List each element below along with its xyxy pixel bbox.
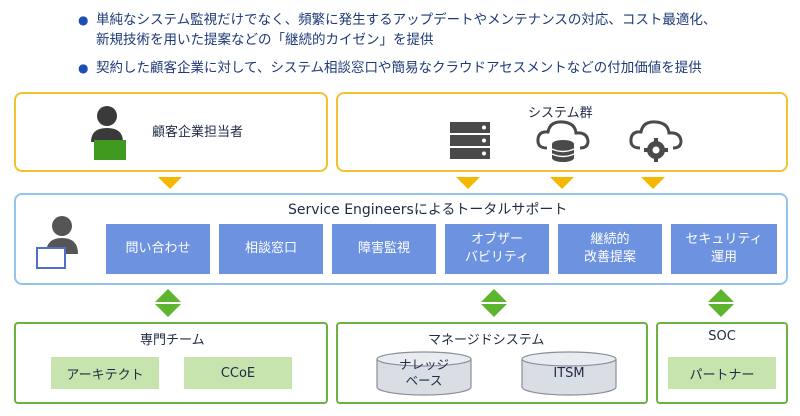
cloud-gear-icon [629, 120, 683, 162]
customer-person-icon [91, 106, 126, 160]
managed-item-itsm: ITSM [553, 366, 585, 381]
managed-title: マネージドシステム [428, 333, 545, 348]
managed-item-knowledge-base: ナレッジ ベース [398, 357, 449, 388]
bullet-item: ● 単純なシステム監視だけでなく、頻繁に発生するアップデートやメンテナンスの対応… [78, 10, 778, 50]
tile-consultation: 相談窓口 [219, 224, 323, 274]
bullet-list: ● 単純なシステム監視だけでなく、頻繁に発生するアップデートやメンテナンスの対応… [78, 10, 778, 86]
tile-observability: オブザー バビリティ [445, 224, 549, 274]
cloud-database-icon [536, 120, 590, 162]
tile-continuous-improvement: 継続的 改善提案 [558, 224, 662, 274]
tile-incident-monitoring: 障害監視 [332, 224, 436, 274]
tile-security-operations: セキュリティ 運用 [671, 224, 777, 274]
support-title: Service Engineersによるトータルサポート [288, 202, 568, 218]
customer-label: 顧客企業担当者 [152, 125, 244, 140]
arrow-down-cloud-gear [641, 177, 665, 189]
bullet-text: 単純なシステム監視だけでなく、頻繁に発生するアップデートやメンテナンスの対応、コ… [96, 12, 717, 48]
tile-inquiry: 問い合わせ [106, 224, 210, 274]
team-item-ccoe: CCoE [184, 357, 292, 389]
arrow-down-customer [158, 177, 182, 189]
server-icon [450, 122, 490, 159]
double-arrow-managed [481, 289, 507, 319]
double-arrow-team [155, 289, 181, 319]
team-title: 専門チーム [140, 333, 205, 348]
bullet-dot: ● [78, 61, 89, 75]
double-arrow-soc [708, 289, 734, 319]
team-item-architect: アーキテクト [51, 357, 159, 389]
arrow-down-cloud-db [550, 177, 574, 189]
soc-item-partner: パートナー [668, 357, 776, 389]
bullet-text: 契約した顧客企業に対して、システム相談窓口や簡易なクラウドアセスメントなどの付加… [96, 60, 702, 76]
engineer-person-icon [36, 216, 78, 269]
arrow-down-server [456, 177, 480, 189]
bullet-item: ● 契約した顧客企業に対して、システム相談窓口や簡易なクラウドアセスメントなどの… [78, 58, 778, 78]
bullet-dot: ● [78, 13, 89, 27]
soc-title: SOC [708, 329, 736, 344]
